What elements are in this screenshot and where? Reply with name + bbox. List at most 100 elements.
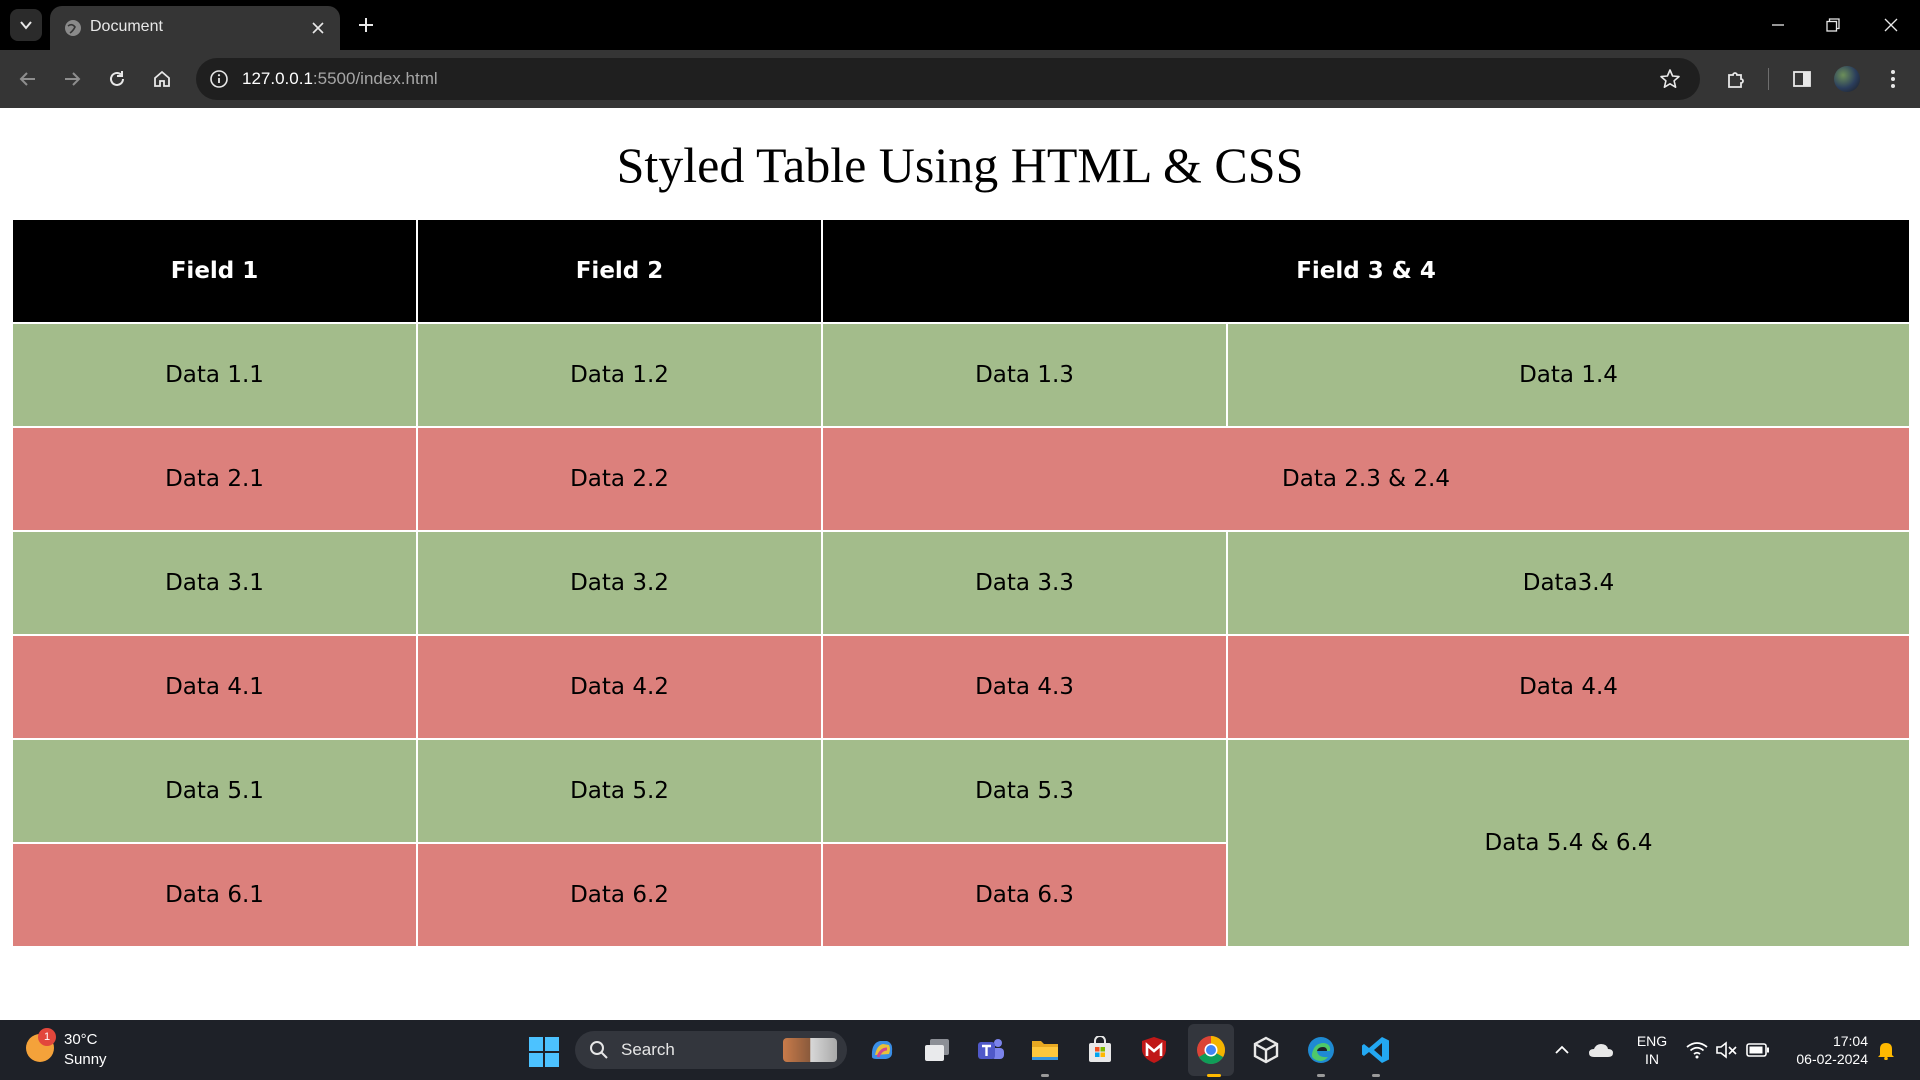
task-view-icon[interactable] <box>921 1034 953 1066</box>
back-button[interactable] <box>12 63 44 95</box>
close-icon <box>312 22 324 34</box>
address-bar[interactable]: 127.0.0.1:5500/index.html <box>196 58 1700 100</box>
extensions-button[interactable] <box>1720 63 1752 95</box>
arrow-left-icon <box>19 72 35 86</box>
table-header-row: Field 1 Field 2 Field 3 & 4 <box>11 218 1912 324</box>
url-host: 127.0.0.1 <box>242 69 313 88</box>
notifications-button[interactable] <box>1874 1038 1898 1062</box>
table-cell: Data 1.3 <box>821 322 1228 428</box>
running-indicator <box>1207 1074 1221 1077</box>
volume-muted-icon[interactable] <box>1714 1038 1740 1062</box>
language-code: ENG <box>1636 1033 1668 1049</box>
onedrive-icon[interactable] <box>1586 1038 1616 1062</box>
clock-time: 17:04 <box>1832 1033 1868 1049</box>
reload-icon <box>110 71 124 86</box>
table-cell: Data 1.1 <box>11 322 418 428</box>
table-cell: Data3.4 <box>1225 530 1912 636</box>
table-cell: Data 5.2 <box>416 738 823 844</box>
wifi-icon[interactable] <box>1684 1038 1710 1062</box>
chevron-down-icon <box>20 21 32 30</box>
table-row: Data 5.1 Data 5.2 Data 5.3 Data 5.4 & 6.… <box>11 738 1912 948</box>
search-highlight-image <box>783 1038 837 1062</box>
mcafee-icon[interactable] <box>1138 1034 1170 1066</box>
taskbar-search[interactable]: Search <box>575 1031 847 1069</box>
table-cell: Data 3.1 <box>11 530 418 636</box>
tab-title: Document <box>90 18 163 35</box>
microsoft-store-icon[interactable] <box>1084 1034 1116 1066</box>
table-cell: Data 4.4 <box>1225 634 1912 740</box>
menu-button[interactable] <box>1877 63 1909 95</box>
table-cell: Data 2.3 & 2.4 <box>820 426 1912 532</box>
kebab-menu-icon <box>1891 70 1895 88</box>
table-header-cell: Field 1 <box>11 218 418 324</box>
reload-button[interactable] <box>101 63 133 95</box>
teams-icon[interactable] <box>975 1034 1007 1066</box>
home-button[interactable] <box>146 63 178 95</box>
table-cell: Data 6.2 <box>416 842 823 948</box>
minimize-icon <box>1772 24 1784 26</box>
table-cell: Data 6.3 <box>821 842 1228 948</box>
arrow-right-icon <box>65 72 81 86</box>
tab-strip: Document <box>0 0 1920 50</box>
profile-avatar[interactable] <box>1834 66 1860 92</box>
language-indicator[interactable]: ENG IN <box>1630 1032 1674 1068</box>
edge-icon[interactable] <box>1305 1034 1337 1066</box>
table-cell: Data 6.1 <box>11 842 418 948</box>
weather-badge: 1 <box>38 1028 56 1046</box>
web-page: Styled Table Using HTML & CSS Field 1 Fi… <box>0 108 1920 1020</box>
clock[interactable]: 17:04 06-02-2024 <box>1778 1032 1868 1068</box>
windows-start-icon[interactable] <box>529 1037 559 1067</box>
close-icon <box>1884 18 1898 32</box>
url-text[interactable]: 127.0.0.1:5500/index.html <box>242 69 438 89</box>
new-tab-button[interactable] <box>354 13 378 37</box>
file-explorer-icon[interactable] <box>1029 1034 1061 1066</box>
browser-toolbar: 127.0.0.1:5500/index.html <box>0 50 1920 108</box>
plus-icon <box>359 18 373 32</box>
info-icon <box>210 70 228 88</box>
restore-icon <box>1826 18 1840 32</box>
table-cell: Data 5.1 <box>11 738 418 844</box>
toolbar-separator <box>1768 68 1769 90</box>
tab-search-button[interactable] <box>10 9 42 41</box>
table-row: Data 4.1 Data 4.2 Data 4.3 Data 4.4 <box>11 634 1912 740</box>
table-cell: Data 4.2 <box>416 634 823 740</box>
bookmark-button[interactable] <box>1658 67 1682 91</box>
vscode-icon[interactable] <box>1360 1034 1392 1066</box>
show-hidden-icons-button[interactable] <box>1550 1038 1574 1062</box>
table-cell: Data 3.3 <box>821 530 1228 636</box>
browser-tab[interactable]: Document <box>50 6 340 50</box>
table-cell: Data 1.4 <box>1225 322 1912 428</box>
weather-condition[interactable]: Sunny <box>64 1051 107 1068</box>
running-indicator <box>1317 1074 1325 1077</box>
star-icon <box>1660 69 1680 88</box>
taskbar: 1 30°C Sunny Search ENG IN 17:04 06-02-2… <box>0 1020 1920 1080</box>
running-indicator <box>1041 1074 1049 1077</box>
battery-icon[interactable] <box>1744 1038 1772 1062</box>
home-icon <box>154 70 170 87</box>
table-row: Data 1.1 Data 1.2 Data 1.3 Data 1.4 <box>11 322 1912 428</box>
site-info-button[interactable] <box>204 64 234 94</box>
bell-icon <box>1878 1043 1894 1060</box>
table-cell: Data 3.2 <box>416 530 823 636</box>
chevron-up-icon <box>1555 1045 1569 1054</box>
close-window-button[interactable] <box>1871 10 1911 40</box>
minimize-button[interactable] <box>1758 10 1798 40</box>
puzzle-icon <box>1728 72 1744 88</box>
restore-button[interactable] <box>1813 10 1853 40</box>
table-header-cell: Field 2 <box>416 218 823 324</box>
table-cell: Data 4.1 <box>11 634 418 740</box>
table-cell: Data 4.3 <box>821 634 1228 740</box>
clock-date: 06-02-2024 <box>1796 1051 1868 1067</box>
copilot-icon[interactable] <box>866 1034 898 1066</box>
url-path: :5500/index.html <box>312 69 438 88</box>
styled-table: Field 1 Field 2 Field 3 & 4 Data 1.1 Dat… <box>11 218 1912 948</box>
weather-temp[interactable]: 30°C <box>64 1031 98 1048</box>
unity-icon[interactable] <box>1250 1034 1282 1066</box>
side-panel-icon <box>1793 71 1811 87</box>
forward-button[interactable] <box>56 63 88 95</box>
tab-close-button[interactable] <box>308 18 328 38</box>
side-panel-button[interactable] <box>1786 63 1818 95</box>
chrome-icon[interactable] <box>1195 1034 1227 1066</box>
table-cell: Data 5.4 & 6.4 <box>1225 738 1912 948</box>
table-header-cell: Field 3 & 4 <box>820 218 1912 324</box>
